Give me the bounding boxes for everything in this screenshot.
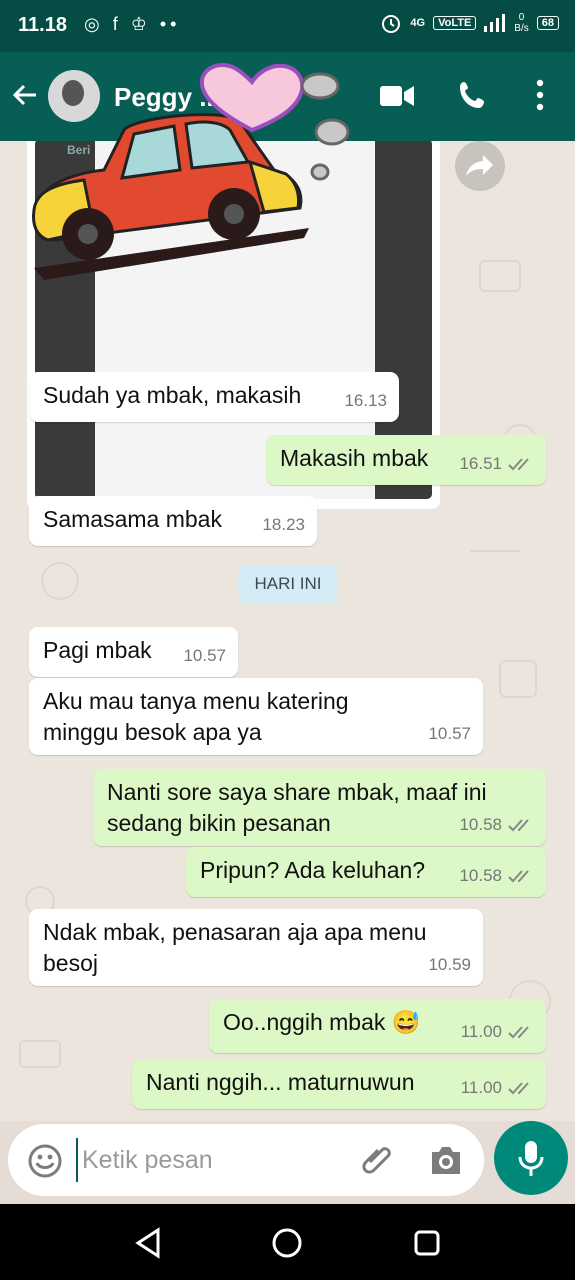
message-time: 10.57 xyxy=(183,646,226,665)
nav-recents-icon[interactable] xyxy=(412,1228,442,1258)
message-text: Oo..nggih mbak 😅 xyxy=(223,1009,421,1035)
message-bubble-outgoing[interactable]: Nanti nggih... maturnuwun 11.00 xyxy=(132,1059,546,1109)
forward-button[interactable] xyxy=(455,141,505,191)
speed-unit: B/s xyxy=(514,23,529,34)
double-check-icon xyxy=(508,818,529,831)
more-vertical-icon[interactable] xyxy=(530,78,550,112)
message-bubble-outgoing[interactable]: Nanti sore saya share mbak, maaf ini sed… xyxy=(93,769,546,846)
message-bubble-incoming[interactable]: Ndak mbak, penasaran aja apa menu besoj … xyxy=(29,909,483,986)
speed-value: 0 xyxy=(518,12,525,23)
status-time: 11.18 xyxy=(18,14,67,36)
message-time: 11.00 xyxy=(460,1078,502,1097)
message-meta: 16.51 xyxy=(459,448,534,479)
forward-icon xyxy=(466,155,493,176)
message-meta: 11.00 xyxy=(461,1016,534,1047)
message-meta: 18.23 xyxy=(262,509,305,540)
message-text: Nanti nggih... maturnuwun xyxy=(146,1069,415,1095)
message-bubble-incoming[interactable]: Pagi mbak 10.57 xyxy=(29,627,238,677)
message-bubble-outgoing[interactable]: Pripun? Ada keluhan? 10.58 xyxy=(186,847,546,897)
alarm-icon xyxy=(382,15,401,33)
double-check-icon xyxy=(508,457,529,470)
car-sticker xyxy=(32,113,309,280)
message-time: 10.57 xyxy=(428,724,471,743)
network-type: 4G xyxy=(410,17,426,29)
message-time: 10.58 xyxy=(459,815,502,834)
paperclip-icon[interactable] xyxy=(360,1142,396,1178)
message-bubble-incoming[interactable]: Samasama mbak 18.23 xyxy=(29,496,317,546)
message-bubble-incoming[interactable]: Sudah ya mbak, makasih 16.13 xyxy=(29,372,399,422)
smoke-sticker xyxy=(300,72,350,181)
message-text: Pripun? Ada keluhan? xyxy=(200,857,426,883)
message-meta: 10.57 xyxy=(428,718,471,749)
nav-home-icon[interactable] xyxy=(270,1226,304,1260)
message-meta: 10.58 xyxy=(459,809,534,840)
chat-area[interactable]: Beri 16.13 Sudah ya mbak, makasih 16.13 … xyxy=(0,141,575,1121)
mic-icon xyxy=(518,1141,544,1176)
message-meta: 11.00 xyxy=(461,1072,534,1103)
heart-sticker xyxy=(199,63,305,132)
status-right-group: 4G VoLTE 0 B/s 68 xyxy=(380,12,559,34)
message-time: 10.59 xyxy=(428,955,471,974)
message-time: 16.51 xyxy=(459,454,502,473)
message-meta: 10.59 xyxy=(428,949,471,980)
message-text: Samasama mbak xyxy=(43,506,222,532)
volte-badge: VoLTE xyxy=(433,16,477,30)
message-bubble-outgoing[interactable]: Oo..nggih mbak 😅 11.00 xyxy=(209,999,546,1053)
phone-icon[interactable] xyxy=(458,80,488,110)
double-check-icon xyxy=(508,1081,529,1094)
emoji-icon[interactable] xyxy=(28,1144,62,1178)
message-bubble-incoming[interactable]: Aku mau tanya menu katering minggu besok… xyxy=(29,678,483,755)
message-bubble-outgoing[interactable]: Makasih mbak 16.51 xyxy=(266,435,546,485)
camera-icon[interactable] xyxy=(428,1144,464,1176)
message-time: 11.00 xyxy=(460,1022,502,1041)
date-separator: HARI INI xyxy=(238,565,338,603)
message-time: 16.13 xyxy=(344,391,387,410)
message-text: Ndak mbak, penasaran aja apa menu besoj xyxy=(43,919,427,976)
notification-icons: ◎ f ♔ •• xyxy=(84,14,181,34)
video-call-icon[interactable] xyxy=(380,84,414,108)
nav-back-icon[interactable] xyxy=(132,1226,166,1260)
message-text: Pagi mbak xyxy=(43,637,152,663)
message-time: 10.58 xyxy=(459,866,502,885)
arrow-left-icon[interactable] xyxy=(10,80,40,110)
battery-level: 68 xyxy=(536,16,559,30)
message-input[interactable] xyxy=(76,1138,346,1182)
double-check-icon xyxy=(508,1025,529,1038)
signal-icon xyxy=(484,14,506,32)
system-nav-bar xyxy=(0,1204,575,1280)
status-bar: 11.18 ◎ f ♔ •• 4G VoLTE 0 B/s 68 xyxy=(0,0,575,52)
message-composer xyxy=(8,1124,484,1196)
mic-button[interactable] xyxy=(494,1121,568,1195)
message-meta: 10.57 xyxy=(183,640,226,671)
message-meta: 10.58 xyxy=(459,860,534,891)
double-check-icon xyxy=(508,869,529,882)
network-speed: 0 B/s xyxy=(514,12,528,34)
message-text: Sudah ya mbak, makasih xyxy=(43,382,302,408)
message-text: Aku mau tanya menu katering minggu besok… xyxy=(43,688,349,745)
message-text: Makasih mbak xyxy=(280,445,429,471)
message-meta: 16.13 xyxy=(344,385,387,416)
message-time: 18.23 xyxy=(262,515,305,534)
